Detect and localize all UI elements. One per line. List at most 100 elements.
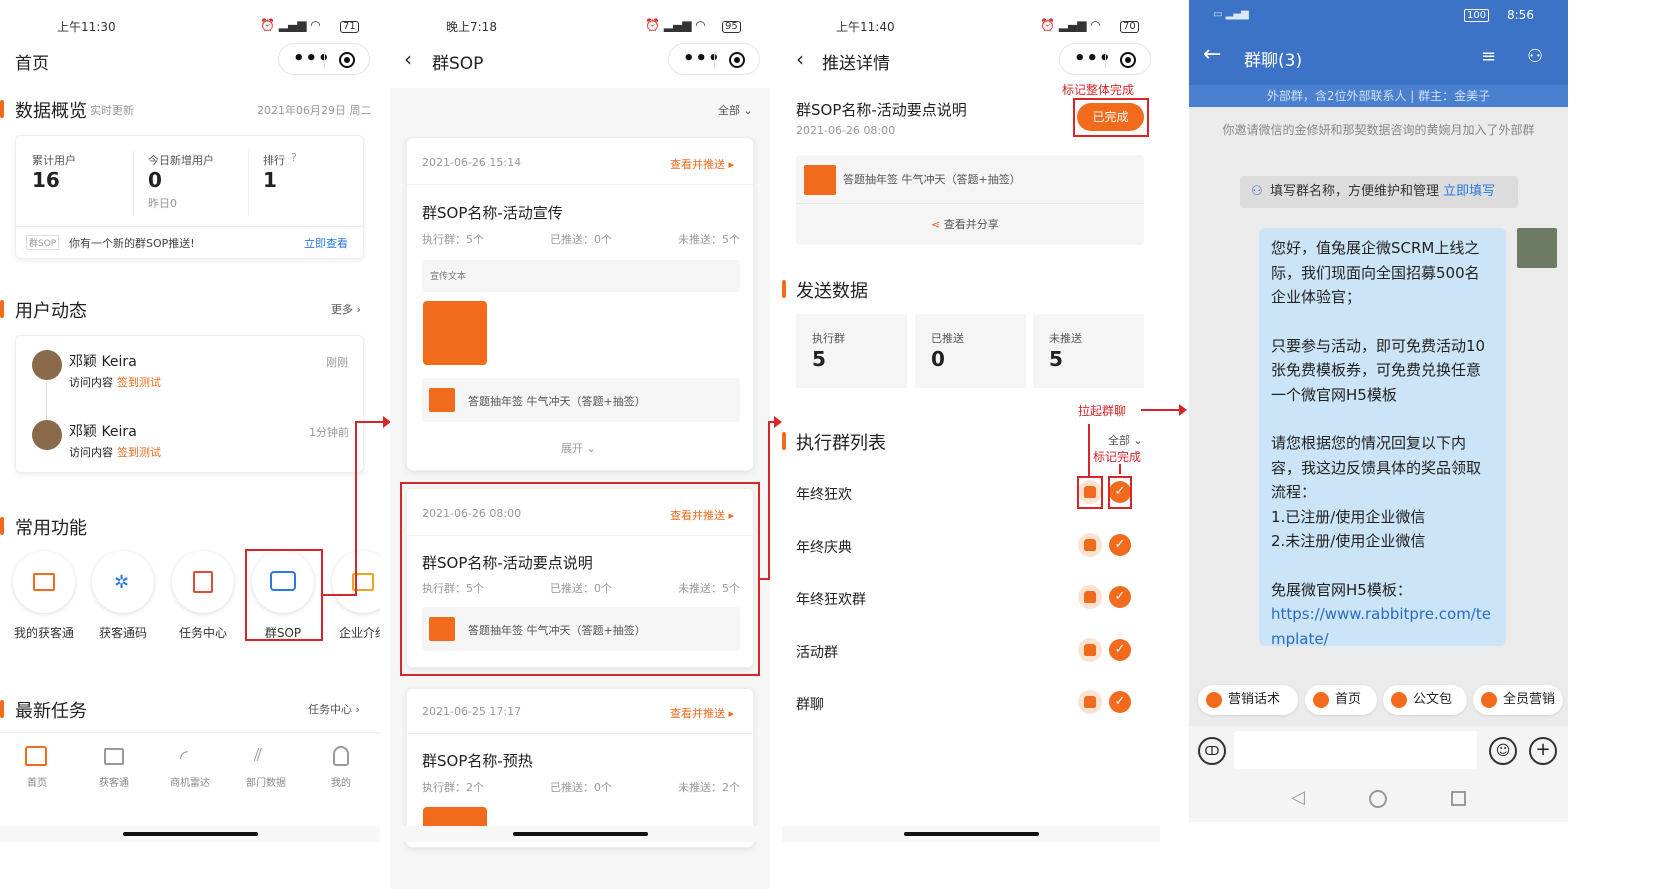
message-link[interactable]: https://www.rabbitpre.com/template/ [1271, 602, 1494, 651]
capsule-menu[interactable]: ••• [668, 43, 760, 75]
quick-chip[interactable]: 公文包 [1383, 685, 1467, 715]
notice-link[interactable]: 立即查看 [304, 235, 348, 251]
battery-icon: 70 [1120, 21, 1139, 33]
home-indicator[interactable] [123, 832, 258, 836]
sop-card[interactable]: 2021-06-25 17:17 查看并推送 ▸ 群SOP名称-预热 执行群：2… [406, 688, 754, 848]
pull-group-icon[interactable] [1078, 690, 1102, 714]
pull-group-icon[interactable] [1078, 533, 1102, 557]
message-line: 只要参与活动，即可免费活动10张免费模板券，可免费兑换任意一个微官网H5模板 [1271, 336, 1486, 404]
rabbit-logo-icon [423, 301, 487, 365]
chart-icon[interactable]: ⫽ [254, 745, 262, 766]
tab-mine[interactable]: 我的 [306, 774, 376, 789]
pull-group-icon[interactable] [1078, 585, 1102, 609]
group-list-title: 执行群列表 [796, 433, 886, 454]
activity-link[interactable]: 签到测试 [117, 444, 161, 460]
divider [16, 226, 363, 227]
stat-tile: 未推送 5 [1033, 314, 1144, 388]
home-nav-icon[interactable] [1369, 790, 1387, 808]
recents-nav-icon[interactable] [1451, 791, 1466, 806]
back-icon[interactable]: ‹ [404, 47, 412, 71]
tab-dept[interactable]: 部门数据 [231, 774, 301, 789]
profile-icon[interactable] [333, 746, 349, 766]
message-line: 请您根据您的情况回复以下内容，我这边反馈具体的奖品领取流程： [1271, 434, 1482, 501]
stat-label: 累计用户 [32, 154, 76, 167]
back-arrow-icon[interactable]: ← [1203, 42, 1221, 67]
pull-group-icon[interactable] [1078, 638, 1102, 662]
store-icon[interactable] [13, 551, 75, 613]
back-nav-icon[interactable]: ◁ [1291, 787, 1305, 808]
highlight-box [1108, 476, 1132, 509]
sop-time: 2021-06-25 17:17 [422, 705, 522, 718]
tab-home[interactable]: 首页 [2, 774, 72, 789]
unpushed-count: 未推送：2个 [678, 781, 740, 794]
check-icon[interactable]: ✓ [1109, 586, 1131, 608]
home-indicator[interactable] [904, 832, 1039, 836]
radar-icon[interactable]: ◜ [180, 745, 188, 769]
arrow-icon [774, 416, 782, 428]
store-tab-icon[interactable] [104, 748, 124, 765]
qrcode-icon[interactable]: ✲ [92, 551, 154, 613]
tab-customers[interactable]: 获客通 [79, 774, 149, 789]
share-button[interactable]: ⋖ 查看并分享 [931, 216, 999, 232]
page-title: 群SOP [432, 54, 484, 74]
battery-icon: 100 [1464, 9, 1490, 22]
tasks-title: 最新任务 [15, 701, 87, 722]
menu-icon[interactable]: ≡ [1481, 46, 1496, 67]
voice-icon[interactable]: ↀ [1198, 737, 1226, 765]
fill-now-link[interactable]: 立即填写 [1443, 184, 1495, 199]
emoji-icon[interactable]: ☺ [1489, 737, 1517, 765]
activity-more[interactable]: 更多 › [331, 301, 361, 317]
tasks-link[interactable]: 任务中心 › [308, 701, 360, 717]
check-icon[interactable]: ✓ [1109, 691, 1131, 713]
view-push-link[interactable]: 查看并推送 ▸ [670, 156, 734, 172]
group-name: 年终庆典 [796, 540, 852, 556]
section-bar [782, 432, 786, 450]
quick-chip[interactable]: 全员营销 [1473, 685, 1563, 715]
status-time: 8:56 [1507, 8, 1534, 22]
activity-prefix: 访问内容 [69, 376, 113, 389]
mini-title: 答题抽年签 牛气冲天（答题+抽签） [468, 395, 646, 408]
connector-line [355, 421, 357, 596]
home-indicator[interactable] [513, 832, 648, 836]
activity-link[interactable]: 签到测试 [117, 374, 161, 390]
sop-title: 群SOP名称-活动要点说明 [796, 101, 967, 119]
filter-dropdown[interactable]: 全部 ⌄ [718, 102, 753, 118]
members-icon[interactable]: ⚇ [1527, 46, 1543, 67]
filter-dropdown[interactable]: 全部 ⌄ [1108, 432, 1143, 448]
stat-label: 执行群 [812, 332, 845, 345]
quick-chip[interactable]: 营销话术 [1198, 685, 1298, 715]
sop-card[interactable]: 2021-06-26 15:14 查看并推送 ▸ 群SOP名称-活动宣传 执行群… [406, 137, 754, 471]
expand-button[interactable]: 展开 ⌄ [561, 440, 596, 456]
message-input[interactable] [1234, 731, 1477, 769]
check-icon[interactable]: ✓ [1109, 534, 1131, 556]
avatar[interactable] [1517, 228, 1557, 268]
help-icon[interactable]: ? [291, 151, 297, 164]
content-preview: 答题抽年签 牛气冲天（答题+抽签） ⋖ 查看并分享 [796, 155, 1144, 245]
home-icon[interactable] [25, 746, 47, 766]
check-icon[interactable]: ✓ [1109, 639, 1131, 661]
status-time: 晚上7:18 [446, 20, 497, 34]
section-bar [0, 700, 4, 718]
message-bubble[interactable]: 您好，值兔展企微SCRM上线之际，我们现面向全国招募500名企业体验官； 只要参… [1259, 228, 1506, 648]
signal-icon: ⏰ ▂▄▆ ◠ [260, 18, 321, 32]
group-icon: ⚇ [1251, 184, 1263, 199]
quick-chip[interactable]: 首页 [1305, 685, 1377, 715]
capsule-menu[interactable]: ••• [1059, 43, 1151, 75]
back-icon[interactable]: ‹ [796, 47, 804, 71]
add-icon[interactable]: + [1529, 737, 1557, 765]
panel-push-detail: 上午11:40 ⏰ ▂▄▆ ◠ 70 ‹ 推送详情 ••• 标记整体完成 群SO… [782, 0, 1160, 889]
message-line: 2.未注册/使用企业微信 [1271, 532, 1426, 550]
mini-title: 答题抽年签 牛气冲天（答题+抽签） [843, 173, 1021, 186]
tab-radar[interactable]: 商机雷达 [155, 774, 225, 789]
connector-line [768, 421, 770, 580]
group-name: 群聊 [796, 697, 824, 713]
stat-label: 未推送 [1049, 332, 1082, 345]
exec-count: 执行群：5个 [422, 233, 484, 246]
stat-label: 排行 [263, 154, 285, 167]
mini-program-row[interactable]: 答题抽年签 牛气冲天（答题+抽签） [422, 378, 740, 422]
view-push-link[interactable]: 查看并推送 ▸ [670, 705, 734, 721]
task-list-icon[interactable] [172, 551, 234, 613]
message-line: 免展微官网H5模板： [1271, 580, 1412, 599]
capsule-menu[interactable]: ••• [278, 43, 370, 75]
annotation-line [1119, 464, 1121, 474]
